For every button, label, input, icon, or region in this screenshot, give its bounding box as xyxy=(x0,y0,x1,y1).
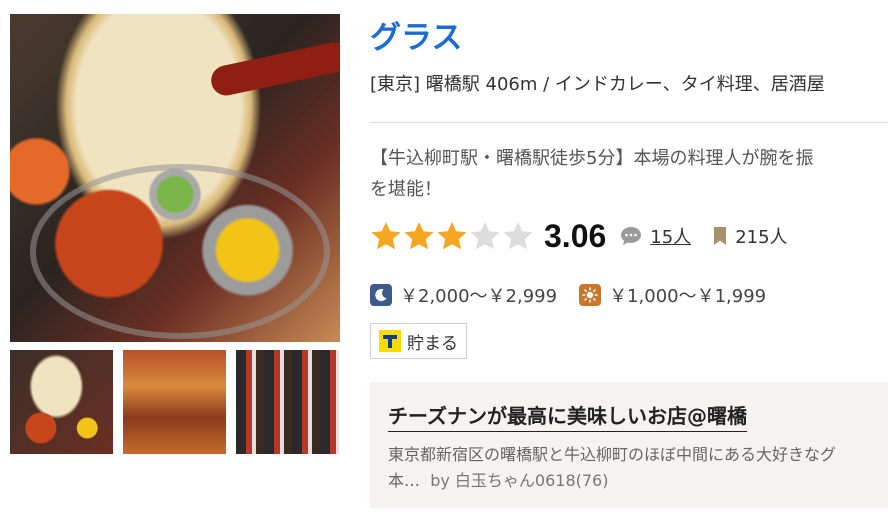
main-food-photo[interactable] xyxy=(10,14,340,342)
thumbnail-row xyxy=(10,350,340,454)
price-row: ￥2,000～￥2,999 ￥1,000～￥1,999 xyxy=(370,282,766,308)
star-filled-icon xyxy=(404,222,434,250)
review-count-link[interactable]: 15人 xyxy=(650,223,691,249)
area-genre-text: [東京] 曙橋駅 406m / インドカレー、タイ料理、居酒屋 xyxy=(370,74,825,95)
shop-name-link[interactable]: グラス xyxy=(370,12,462,57)
sausage-shape xyxy=(208,39,340,99)
pr-line-1: 【牛込柳町駅・曙橋駅徒歩5分】本場の料理人が腕を振 xyxy=(370,148,814,169)
photo-gallery xyxy=(10,14,340,454)
review-author: by 白玉ちゃん0618(76) xyxy=(430,471,609,490)
review-excerpt: 東京都新宿区の曙橋駅と牛込柳町のほぼ中間にある大好きなグ 本… by 白玉ちゃん… xyxy=(388,442,870,496)
shop-info: グラス [東京] 曙橋駅 406m / インドカレー、タイ料理、居酒屋 【牛込柳… xyxy=(370,0,888,515)
rating-score: 3.06 xyxy=(544,217,607,254)
pr-line-2: を堪能！ xyxy=(370,179,442,200)
review-title-link[interactable]: チーズナンが最高に美味しいお店@曙橋 xyxy=(388,400,747,432)
save-count: 215人 xyxy=(735,227,788,248)
dinner-price: ￥2,000～￥2,999 xyxy=(400,286,558,307)
speech-bubble-icon xyxy=(621,227,642,245)
plate-shape xyxy=(30,164,330,339)
moon-icon xyxy=(370,284,392,306)
rating-row: 3.06 15人 215人 xyxy=(370,216,788,256)
star-empty-icon xyxy=(470,222,500,250)
star-empty-icon xyxy=(503,222,533,250)
star-filled-icon xyxy=(437,222,467,250)
star-filled-icon xyxy=(371,222,401,250)
star-rating xyxy=(370,220,534,252)
pr-text: 【牛込柳町駅・曙橋駅徒歩5分】本場の料理人が腕を振 を堪能！ xyxy=(370,143,888,205)
bookmark-icon xyxy=(714,227,727,245)
tpoint-label: 貯まる xyxy=(407,333,458,354)
thumbnail-drinks[interactable] xyxy=(236,350,339,454)
sun-icon xyxy=(579,284,602,306)
review-line-1: 東京都新宿区の曙橋駅と牛込柳町のほぼ中間にある大好きなグ xyxy=(388,445,837,464)
divider xyxy=(370,122,888,123)
lunch-price: ￥1,000～￥1,999 xyxy=(609,286,767,307)
thumbnail-food[interactable] xyxy=(10,350,113,454)
review-line-2: 本… xyxy=(388,471,421,490)
tpoint-badge[interactable]: 貯まる xyxy=(370,323,467,359)
thumbnail-interior[interactable] xyxy=(123,350,226,454)
featured-review: チーズナンが最高に美味しいお店@曙橋 東京都新宿区の曙橋駅と牛込柳町のほぼ中間に… xyxy=(370,382,888,508)
tpoint-logo-icon xyxy=(379,330,401,352)
